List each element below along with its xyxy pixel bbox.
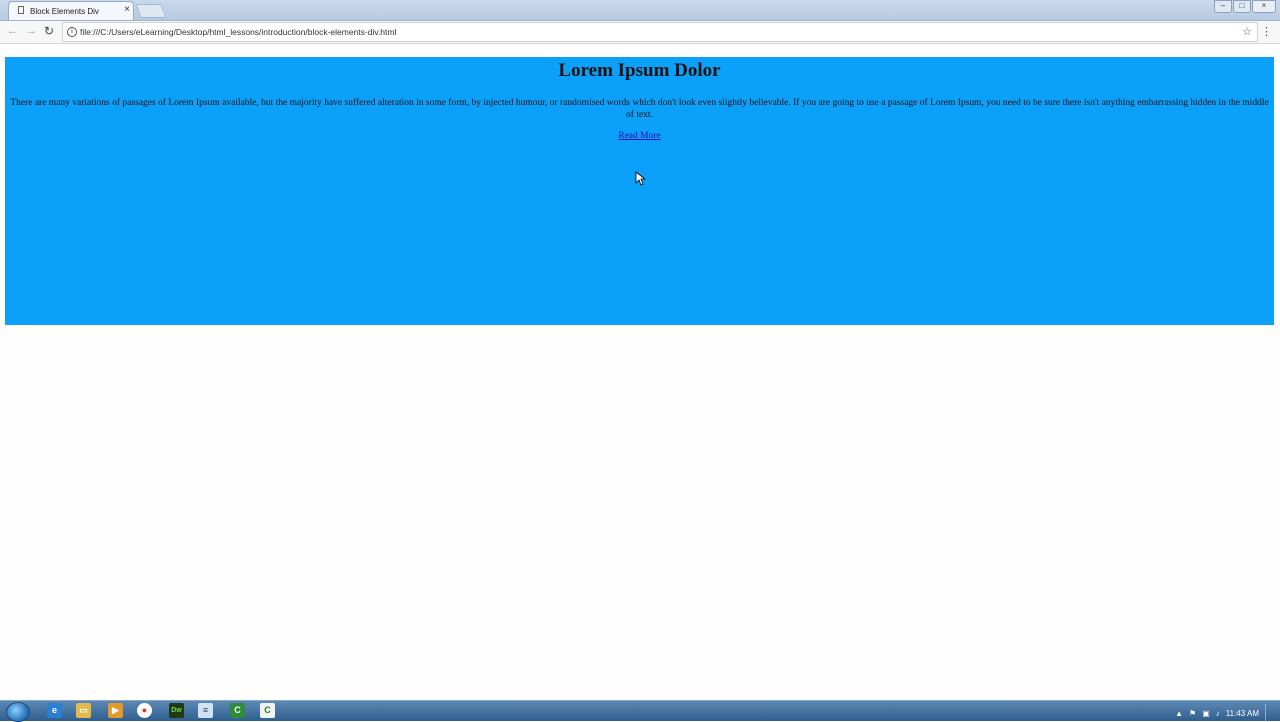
minimize-button[interactable]: – [1214,0,1232,13]
close-tab-icon[interactable]: × [124,5,130,15]
page-heading: Lorem Ipsum Dolor [558,60,721,81]
reload-icon[interactable]: ↻ [44,25,54,37]
tray-expand-icon[interactable]: ▲ [1175,709,1183,718]
action-center-icon[interactable]: ⚑ [1189,709,1196,718]
clock[interactable]: 11:43 AM [1226,709,1259,718]
window-controls: – □ × [1214,0,1276,13]
maximize-button[interactable]: □ [1233,0,1251,13]
tab-title: Block Elements Div [30,7,99,16]
browser-menu-icon[interactable]: ⋮ [1261,25,1272,38]
address-bar[interactable]: i file:///C:/Users/eLearning/Desktop/htm… [62,22,1258,42]
document-icon [18,6,24,14]
lorem-paragraph: There are many variations of passages of… [10,98,1269,120]
bookmark-star-icon[interactable]: ☆ [1242,25,1252,38]
windows-taskbar: e ▭ ▶ ● Dw ≡ C C ▲ ⚑ ▣ ♪ 11:43 AM [0,700,1280,722]
read-more-link[interactable]: Read More [618,131,660,141]
mouse-pointer-icon [635,171,647,186]
media-player-icon[interactable]: ▶ [108,703,123,718]
show-desktop-button[interactable] [1265,704,1276,722]
file-explorer-icon[interactable]: ▭ [76,703,91,718]
system-tray: ▲ ⚑ ▣ ♪ 11:43 AM [1175,704,1276,722]
dreamweaver-icon[interactable]: Dw [169,703,184,718]
window-close-button[interactable]: × [1252,0,1276,13]
camtasia-studio-icon[interactable]: C [260,703,275,718]
url-text[interactable]: file:///C:/Users/eLearning/Desktop/html_… [80,27,396,37]
camtasia-recorder-icon[interactable]: C [230,703,245,718]
start-button[interactable] [6,702,30,722]
browser-toolbar: ← → ↻ i file:///C:/Users/eLearning/Deskt… [0,21,1280,44]
blue-block-div: Lorem Ipsum Dolor There are many variati… [5,57,1274,325]
page-viewport: Lorem Ipsum Dolor There are many variati… [0,44,1280,700]
internet-explorer-icon[interactable]: e [47,703,62,718]
back-arrow-icon[interactable]: ← [7,25,18,37]
new-tab-button[interactable] [135,4,167,18]
forward-arrow-icon[interactable]: → [26,25,37,37]
info-icon[interactable]: i [67,27,77,37]
browser-tab[interactable]: Block Elements Div × [8,1,134,20]
network-icon[interactable]: ▣ [1202,709,1210,718]
browser-tab-bar: Block Elements Div × – □ × [0,0,1280,21]
volume-icon[interactable]: ♪ [1216,709,1220,718]
chrome-icon[interactable]: ● [137,703,152,718]
notepad-icon[interactable]: ≡ [198,703,213,718]
